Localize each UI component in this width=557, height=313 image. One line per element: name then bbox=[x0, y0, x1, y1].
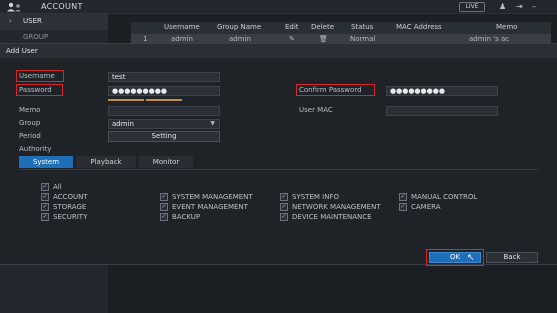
checkbox[interactable]: ✓ bbox=[280, 193, 288, 201]
sidebar-item-user[interactable]: › USER bbox=[0, 14, 108, 30]
ok-highlight bbox=[426, 249, 484, 266]
mouse-cursor-icon: ↖ bbox=[467, 253, 475, 263]
col-group-name: Group Name bbox=[217, 23, 262, 31]
tab-playback[interactable]: Playback bbox=[76, 156, 136, 168]
cell-memo: admin 's ac bbox=[469, 35, 510, 43]
group-value: admin bbox=[112, 120, 134, 128]
memo-field[interactable] bbox=[108, 106, 220, 116]
perm-label: DEVICE MAINTENANCE bbox=[292, 213, 372, 221]
perm-label: NETWORK MANAGEMENT bbox=[292, 203, 381, 211]
username-highlight bbox=[16, 70, 64, 82]
checkbox[interactable]: ✓ bbox=[399, 193, 407, 201]
perm-label: ACCOUNT bbox=[53, 193, 88, 201]
add-user-dialog: Add User Username Password Memo Group Pe… bbox=[0, 43, 557, 266]
user-mac-field[interactable] bbox=[386, 106, 498, 116]
checkbox[interactable]: ✓ bbox=[160, 213, 168, 221]
perm-label: STORAGE bbox=[53, 203, 87, 211]
col-edit: Edit bbox=[285, 23, 299, 31]
password-strength-bar bbox=[146, 99, 182, 101]
col-status: Status bbox=[351, 23, 374, 31]
perm-device-maintenance[interactable]: ✓ DEVICE MAINTENANCE bbox=[280, 213, 372, 221]
checkbox[interactable]: ✓ bbox=[41, 213, 49, 221]
perm-all[interactable]: ✓ All bbox=[41, 183, 62, 191]
checkbox[interactable]: ✓ bbox=[280, 203, 288, 211]
perm-label: BACKUP bbox=[172, 213, 201, 221]
sidebar-item-label: GROUP bbox=[23, 33, 49, 41]
cell-status: Normal bbox=[350, 35, 376, 43]
top-bar: ACCOUNT LIVE ♟ ⇥ – bbox=[0, 0, 557, 14]
perm-label: CAMERA bbox=[411, 203, 441, 211]
exit-icon[interactable]: ⇥ bbox=[516, 2, 523, 12]
checkbox[interactable]: ✓ bbox=[160, 203, 168, 211]
checkbox[interactable]: ✓ bbox=[280, 213, 288, 221]
checkbox[interactable]: ✓ bbox=[399, 203, 407, 211]
perm-storage[interactable]: ✓ STORAGE bbox=[41, 203, 86, 211]
perm-event-management[interactable]: ✓ EVENT MANAGEMENT bbox=[160, 203, 248, 211]
chevron-icon: › bbox=[9, 17, 12, 25]
user-mac-label: User MAC bbox=[299, 106, 333, 114]
perm-system-info[interactable]: ✓ SYSTEM INFO bbox=[280, 193, 339, 201]
perm-network-management[interactable]: ✓ NETWORK MANAGEMENT bbox=[280, 203, 381, 211]
cell-username: admin bbox=[171, 35, 193, 43]
checkbox[interactable]: ✓ bbox=[41, 183, 49, 191]
cell-index: 1 bbox=[143, 35, 148, 43]
checkbox[interactable]: ✓ bbox=[41, 193, 49, 201]
perm-label: MANUAL CONTROL bbox=[411, 193, 478, 201]
period-label: Period bbox=[19, 132, 41, 140]
chevron-down-icon: ▼ bbox=[210, 120, 215, 127]
perm-backup[interactable]: ✓ BACKUP bbox=[160, 213, 200, 221]
sidebar-item-label: USER bbox=[23, 17, 42, 25]
col-delete: Delete bbox=[311, 23, 334, 31]
username-field[interactable]: test bbox=[108, 72, 220, 82]
confirm-password-field[interactable]: ●●●●●●●●● bbox=[386, 86, 498, 96]
checkbox[interactable]: ✓ bbox=[41, 203, 49, 211]
page-title: ACCOUNT bbox=[41, 2, 83, 11]
memo-label: Memo bbox=[19, 106, 41, 114]
perm-label: SECURITY bbox=[53, 213, 88, 221]
col-username: Username bbox=[164, 23, 200, 31]
cell-group: admin bbox=[229, 35, 251, 43]
minimize-icon[interactable]: – bbox=[532, 2, 536, 12]
checkbox[interactable]: ✓ bbox=[160, 193, 168, 201]
group-select[interactable]: admin ▼ bbox=[108, 119, 220, 129]
account-icon bbox=[7, 2, 21, 12]
confirm-password-highlight bbox=[296, 84, 375, 96]
password-highlight bbox=[16, 84, 63, 96]
authority-label: Authority bbox=[19, 145, 52, 153]
tab-system[interactable]: System bbox=[19, 156, 73, 168]
perm-camera[interactable]: ✓ CAMERA bbox=[399, 203, 441, 211]
password-field[interactable]: ●●●●●●●●● bbox=[108, 86, 220, 96]
edit-icon[interactable]: ✎ bbox=[289, 35, 295, 43]
perm-account[interactable]: ✓ ACCOUNT bbox=[41, 193, 88, 201]
dialog-title: Add User bbox=[0, 44, 557, 58]
col-memo: Memo bbox=[496, 23, 518, 31]
perm-manual-control[interactable]: ✓ MANUAL CONTROL bbox=[399, 193, 477, 201]
back-button[interactable]: Back bbox=[486, 252, 538, 263]
tab-monitor[interactable]: Monitor bbox=[139, 156, 193, 168]
col-mac: MAC Address bbox=[396, 23, 442, 31]
period-setting-button[interactable]: Setting bbox=[108, 131, 220, 142]
perm-label: EVENT MANAGEMENT bbox=[172, 203, 248, 211]
group-label: Group bbox=[19, 119, 41, 127]
live-button[interactable]: LIVE bbox=[459, 2, 485, 12]
delete-icon[interactable]: 🗑 bbox=[319, 35, 328, 43]
table-header: Username Group Name Edit Delete Status M… bbox=[131, 22, 551, 34]
user-icon[interactable]: ♟ bbox=[499, 2, 506, 12]
perm-system-management[interactable]: ✓ SYSTEM MANAGEMENT bbox=[160, 193, 253, 201]
perm-label: SYSTEM INFO bbox=[292, 193, 339, 201]
password-strength-bar bbox=[108, 99, 144, 101]
perm-label: All bbox=[53, 183, 62, 191]
perm-label: SYSTEM MANAGEMENT bbox=[172, 193, 253, 201]
perm-security[interactable]: ✓ SECURITY bbox=[41, 213, 87, 221]
